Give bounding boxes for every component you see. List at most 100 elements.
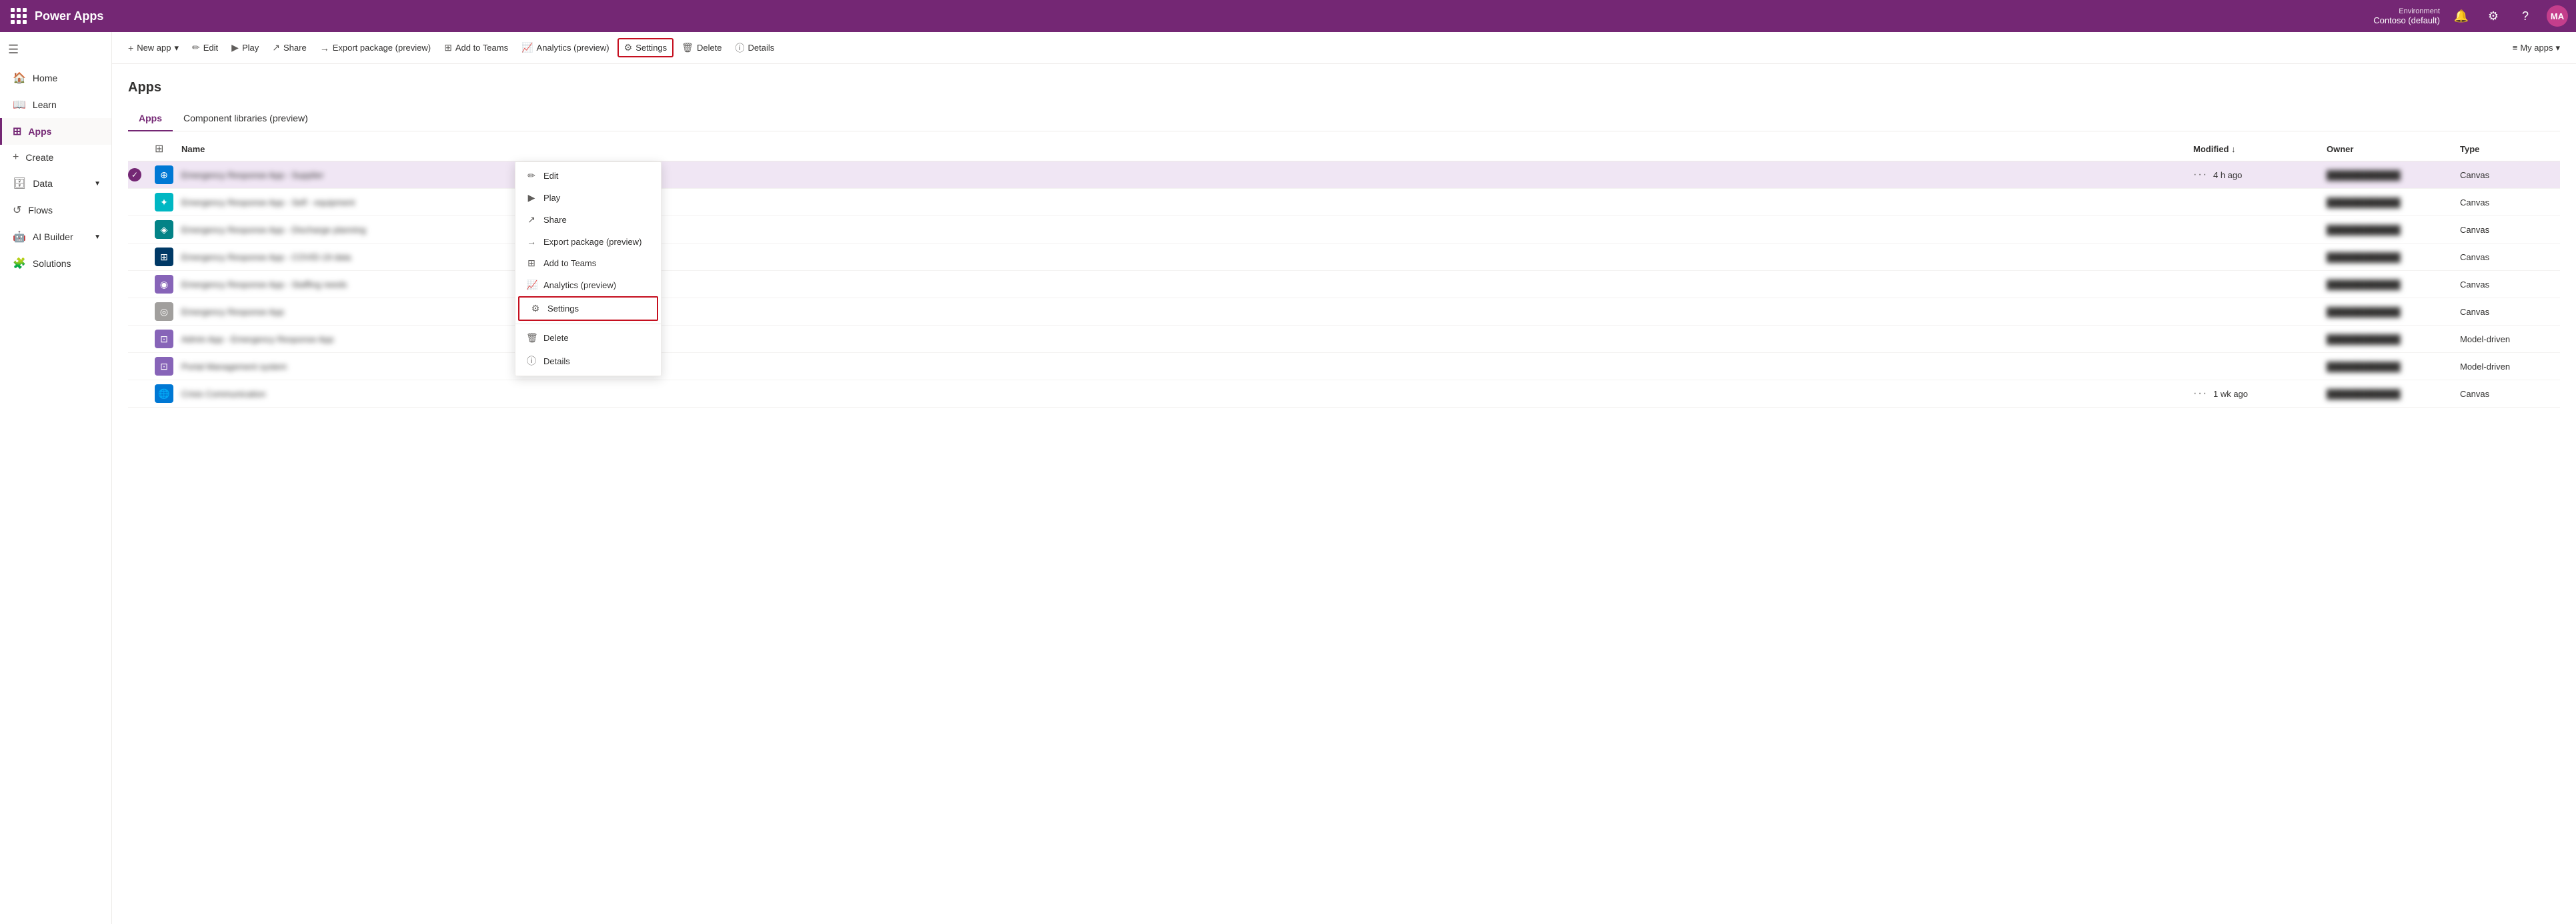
sidebar-item-ai-builder[interactable]: 🤖 AI Builder ▼ bbox=[0, 223, 111, 250]
details-label: Details bbox=[748, 43, 775, 53]
menu-item-label: Delete bbox=[543, 333, 569, 343]
analytics-label: Analytics (preview) bbox=[537, 43, 609, 53]
row-more-icon[interactable]: ··· bbox=[2193, 388, 2208, 400]
menu-item-play[interactable]: ▶ Play bbox=[515, 187, 661, 209]
app-icon: ⊡ bbox=[155, 357, 173, 376]
menu-item-label: Export package (preview) bbox=[543, 237, 641, 247]
sidebar-item-create[interactable]: + Create bbox=[0, 145, 111, 170]
app-name: Emergency Response App - Self - equipmen… bbox=[181, 197, 2193, 207]
menu-item-delete[interactable]: 🗑 Delete bbox=[515, 327, 661, 349]
table-row[interactable]: ✓ ⊕ Emergency Response App - Supplier ··… bbox=[128, 161, 2560, 189]
owner-cell: ████████████ bbox=[2327, 197, 2460, 207]
sidebar-item-label: AI Builder bbox=[33, 232, 73, 242]
add-to-teams-button[interactable]: ⊞ Add to Teams bbox=[439, 39, 513, 56]
menu-item-share[interactable]: ↗ Share bbox=[515, 209, 661, 231]
type-cell: Canvas bbox=[2460, 389, 2560, 399]
new-app-button[interactable]: + New app ▾ bbox=[123, 40, 184, 56]
col-header-modified[interactable]: Modified ↓ bbox=[2193, 144, 2327, 154]
sidebar: ☰ 🏠 Home 📖 Learn ⊞ Apps + Create 🗄 Data … bbox=[0, 32, 112, 924]
environment-selector[interactable]: Environment Contoso (default) bbox=[2373, 7, 2440, 25]
table-row[interactable]: ⊞ Emergency Response App - COVID-19 data… bbox=[128, 244, 2560, 271]
menu-item-details[interactable]: ⓘ Details bbox=[515, 349, 661, 373]
export-label: Export package (preview) bbox=[333, 43, 431, 53]
environment-label: Environment bbox=[2399, 7, 2440, 15]
analytics-button[interactable]: 📈 Analytics (preview) bbox=[516, 39, 615, 56]
topbar: Power Apps Environment Contoso (default)… bbox=[0, 0, 2576, 32]
sidebar-item-apps[interactable]: ⊞ Apps bbox=[0, 118, 111, 145]
sidebar-toggle[interactable]: ☰ bbox=[0, 37, 111, 62]
learn-icon: 📖 bbox=[13, 98, 26, 111]
avatar[interactable]: MA bbox=[2547, 5, 2568, 27]
share-icon: ↗ bbox=[272, 42, 280, 53]
details-button[interactable]: ⓘ Details bbox=[730, 39, 780, 57]
menu-item-label: Add to Teams bbox=[543, 258, 596, 268]
menu-item-add-to-teams[interactable]: ⊞ Add to Teams bbox=[515, 252, 661, 274]
owner-cell: ████████████ bbox=[2327, 362, 2460, 372]
play-icon: ▶ bbox=[231, 42, 239, 53]
app-name: Emergency Response App bbox=[181, 307, 2193, 317]
menu-item-export[interactable]: → Export package (preview) bbox=[515, 231, 661, 252]
app-name: Portal Management system bbox=[181, 362, 2193, 372]
col-header-name[interactable]: Name bbox=[181, 144, 2193, 154]
menu-item-edit[interactable]: ✏ Edit bbox=[515, 165, 661, 187]
delete-icon: 🗑 bbox=[682, 42, 694, 53]
col-header-owner[interactable]: Owner bbox=[2327, 144, 2460, 154]
export-button[interactable]: → Export package (preview) bbox=[315, 40, 436, 56]
apps-icon: ⊞ bbox=[13, 125, 21, 138]
app-name: Emergency Response App - Staffing needs bbox=[181, 280, 2193, 290]
menu-item-label: Play bbox=[543, 193, 560, 203]
edit-menu-icon: ✏ bbox=[526, 170, 537, 181]
app-name: Admin App - Emergency Response App bbox=[181, 334, 2193, 344]
edit-icon: ✏ bbox=[192, 42, 200, 53]
menu-item-label: Edit bbox=[543, 171, 558, 181]
col-header-type[interactable]: Type bbox=[2460, 144, 2560, 154]
menu-item-analytics[interactable]: 📈 Analytics (preview) bbox=[515, 274, 661, 296]
waffle-menu[interactable] bbox=[8, 5, 29, 27]
plus-icon: + bbox=[128, 43, 133, 53]
home-icon: 🏠 bbox=[13, 71, 26, 85]
sidebar-item-label: Learn bbox=[33, 99, 57, 110]
table-row[interactable]: ◎ Emergency Response App ████████████ Ca… bbox=[128, 298, 2560, 326]
apps-table: ⊞ Name Modified ↓ Owner Type ✓ ⊕ Emergen… bbox=[128, 137, 2560, 408]
sidebar-item-label: Apps bbox=[28, 126, 51, 137]
details-icon: ⓘ bbox=[736, 41, 745, 55]
sidebar-item-solutions[interactable]: 🧩 Solutions bbox=[0, 250, 111, 277]
data-icon: 🗄 bbox=[13, 177, 26, 190]
sidebar-item-learn[interactable]: 📖 Learn bbox=[0, 91, 111, 118]
play-button[interactable]: ▶ Play bbox=[226, 39, 264, 56]
share-menu-icon: ↗ bbox=[526, 214, 537, 225]
edit-button[interactable]: ✏ Edit bbox=[187, 39, 223, 56]
table-row[interactable]: ◉ Emergency Response App - Staffing need… bbox=[128, 271, 2560, 298]
table-row[interactable]: ⊡ Admin App - Emergency Response App ███… bbox=[128, 326, 2560, 353]
my-apps-button[interactable]: ≡ My apps ▾ bbox=[2507, 40, 2565, 56]
sidebar-item-flows[interactable]: ↺ Flows bbox=[0, 197, 111, 223]
table-row[interactable]: ⊡ Portal Management system ████████████ … bbox=[128, 353, 2560, 380]
sidebar-item-home[interactable]: 🏠 Home bbox=[0, 65, 111, 91]
app-name: Emergency Response App - COVID-19 data bbox=[181, 252, 2193, 262]
settings-button[interactable]: ⚙ Settings bbox=[617, 38, 674, 57]
help-icon[interactable]: ? bbox=[2515, 5, 2536, 27]
table-row[interactable]: ◈ Emergency Response App - Discharge pla… bbox=[128, 216, 2560, 244]
row-more-icon[interactable]: ··· bbox=[2193, 169, 2208, 181]
type-cell: Canvas bbox=[2460, 307, 2560, 317]
type-cell: Canvas bbox=[2460, 170, 2560, 180]
sidebar-item-data[interactable]: 🗄 Data ▼ bbox=[0, 170, 111, 197]
type-cell: Canvas bbox=[2460, 225, 2560, 235]
settings-icon[interactable]: ⚙ bbox=[2483, 5, 2504, 27]
column-select-icon[interactable]: ⊞ bbox=[155, 142, 181, 155]
notifications-icon[interactable]: 🔔 bbox=[2451, 5, 2472, 27]
analytics-icon: 📈 bbox=[521, 42, 533, 53]
owner-cell: ████████████ bbox=[2327, 334, 2460, 344]
modified-cell: ··· 1 wk ago bbox=[2193, 388, 2327, 400]
sidebar-item-label: Create bbox=[25, 152, 53, 163]
owner-cell: ████████████ bbox=[2327, 280, 2460, 290]
share-button[interactable]: ↗ Share bbox=[267, 39, 311, 56]
app-icon: ⊕ bbox=[155, 165, 173, 184]
table-row[interactable]: ✦ Emergency Response App - Self - equipm… bbox=[128, 189, 2560, 216]
type-cell: Canvas bbox=[2460, 280, 2560, 290]
tab-component-libraries[interactable]: Component libraries (preview) bbox=[173, 106, 319, 131]
table-row[interactable]: 🌐 Crisis Communication ··· 1 wk ago ████… bbox=[128, 380, 2560, 408]
delete-button[interactable]: 🗑 Delete bbox=[676, 39, 727, 56]
menu-item-settings[interactable]: ⚙ Settings bbox=[518, 296, 658, 321]
tab-apps[interactable]: Apps bbox=[128, 106, 173, 131]
